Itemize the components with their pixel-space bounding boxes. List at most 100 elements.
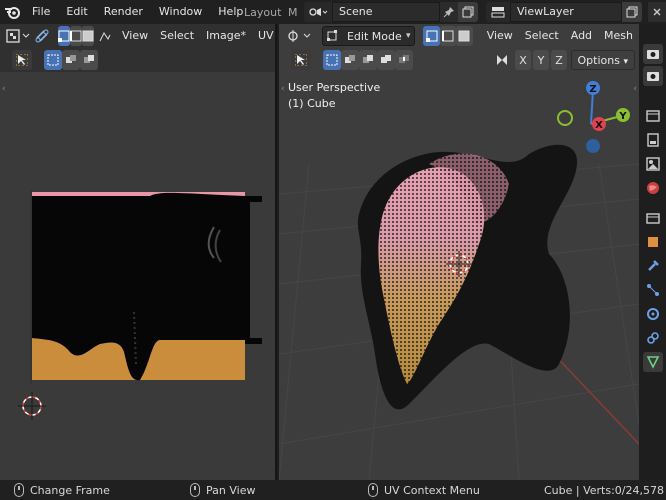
constraints-props-icon[interactable] [643,328,663,348]
scene-selector: Scene [304,2,480,22]
mouse-middle-icon [190,483,200,497]
mode-dropdown[interactable]: Edit Mode ▾ [321,26,416,46]
axis-z-toggle[interactable]: Z [551,50,567,70]
tab-layout[interactable]: Layout [236,0,289,24]
gizmo-neg-z-icon[interactable] [586,139,600,153]
remove-view-layer-icon[interactable] [648,2,666,22]
output-props-icon[interactable] [643,106,663,126]
vp-edge-select-icon[interactable] [439,26,457,46]
menu-render[interactable]: Render [96,0,151,24]
vertex-select-icon[interactable] [58,26,70,46]
vp-box-select-new-icon[interactable] [323,50,341,70]
editor-type-icon[interactable] [6,26,32,46]
view-layer-icon[interactable] [486,2,510,22]
axis-x-label: X [519,53,527,67]
vp-menu-view[interactable]: View [481,24,519,48]
vp-vertex-select-icon[interactable] [423,26,440,46]
view-layer-name-field[interactable]: ViewLayer [510,2,622,22]
box-select-subtract-icon[interactable] [80,50,98,70]
options-button[interactable]: Options ▾ [570,50,635,70]
status-bar: Change Frame Pan View UV Context Menu Cu… [0,480,666,500]
box-select-new-icon[interactable] [44,50,62,70]
vp-face-select-icon[interactable] [456,26,473,46]
mouse-right-icon [368,483,378,497]
scene-props-icon[interactable] [643,154,663,174]
axis-y-toggle[interactable]: Y [533,50,549,70]
edge-select-icon[interactable] [70,26,82,46]
uv-menu-select[interactable]: Select [154,24,200,48]
world-props-icon[interactable] [643,178,663,198]
scene-stats-text: Cube | Verts:0/24,578 [543,483,664,497]
vp-box-select-subtract-icon[interactable] [359,50,377,70]
menu-file[interactable]: File [24,0,58,24]
select-tool-icon[interactable] [12,50,32,70]
viewport-info: User Perspective (1) Cube [288,80,380,112]
mode-label: Edit Mode [346,29,402,43]
3d-viewport[interactable]: Edit Mode ▾ View Select Add Mesh X Y Z O… [279,24,639,480]
collection-props-icon[interactable] [643,208,663,228]
object-props-icon[interactable] [643,232,663,252]
viewport-header: Edit Mode ▾ View Select Add Mesh [279,24,639,48]
uv-menu-image[interactable]: Image* [200,24,252,48]
view-layer-selector: ViewLayer [486,2,646,22]
menu-edit[interactable]: Edit [58,0,95,24]
top-menu-bar: File Edit Render Window Help Layout M Sc… [0,0,666,24]
navigation-gizmo[interactable]: Z Y X [549,78,639,168]
properties-tabs [640,24,666,480]
scene-type-icon[interactable] [304,2,332,22]
vp-box-select-intersect-icon[interactable] [395,50,413,70]
status-left-text: Change Frame [30,483,110,497]
chevron-down-icon: ▾ [405,31,411,41]
gizmo-x-label: X [595,120,603,131]
uv-editor-header: View Select Image* UV [0,24,275,48]
mirror-butterfly-icon[interactable] [493,50,511,70]
edit-mode-icon [326,30,337,41]
view-layer-props-icon[interactable] [643,130,663,150]
uv-menu-view[interactable]: View [116,24,154,48]
vp-expand-toolbar-icon[interactable]: ‹ [281,84,285,94]
active-object-label: (1) Cube [288,97,336,110]
gizmo-y-label: Y [618,111,627,122]
uv-menu-uv[interactable]: UV [252,24,280,48]
new-view-layer-icon[interactable] [622,2,642,22]
status-context-text: UV Context Menu [384,483,480,497]
vp-box-select-extend-icon[interactable] [341,50,359,70]
vp-menu-mesh[interactable]: Mesh [598,24,639,48]
vp-expand-sidebar-icon[interactable]: ‹ [633,84,637,94]
gizmo-neg-y-icon[interactable] [557,110,573,126]
sticky-select-icon[interactable] [98,26,112,46]
tab-next[interactable]: M [288,0,300,24]
status-right-context: UV Context Menu [368,480,480,500]
vp-menu-select[interactable]: Select [519,24,565,48]
axis-x-toggle[interactable]: X [515,50,531,70]
new-scene-icon[interactable] [458,2,478,22]
face-select-icon[interactable] [82,26,94,46]
menu-window[interactable]: Window [151,0,210,24]
tool-props-icon[interactable] [643,44,663,64]
data-props-icon[interactable] [643,352,663,372]
viewport-editor-type-icon[interactable] [285,26,316,46]
box-select-extend-icon[interactable] [62,50,80,70]
options-label: Options [577,54,620,67]
pin-icon[interactable] [440,2,458,22]
mouse-left-icon [14,483,24,497]
scene-name-field[interactable]: Scene [332,2,440,22]
render-props-icon[interactable] [643,66,663,86]
blender-logo-icon[interactable] [0,0,24,24]
uv-canvas[interactable] [0,72,275,480]
uv-sync-icon[interactable] [34,26,50,46]
axis-z-label: Z [555,53,563,67]
options-chevron-icon: ▾ [623,57,628,67]
viewport-tool-row: X Y Z Options ▾ [279,48,639,72]
modifier-props-icon[interactable] [643,256,663,276]
uv-tool-row [0,48,275,72]
particles-props-icon[interactable] [643,280,663,300]
vp-menu-add[interactable]: Add [565,24,598,48]
vp-select-tool-icon[interactable] [291,50,311,70]
vp-box-select-invert-icon[interactable] [377,50,395,70]
status-middle-text: Pan View [206,483,256,497]
status-middle: Pan View [190,480,255,500]
status-left: Change Frame [14,480,110,500]
physics-props-icon[interactable] [643,304,663,324]
expand-toolbar-icon[interactable]: ‹ [2,84,6,94]
